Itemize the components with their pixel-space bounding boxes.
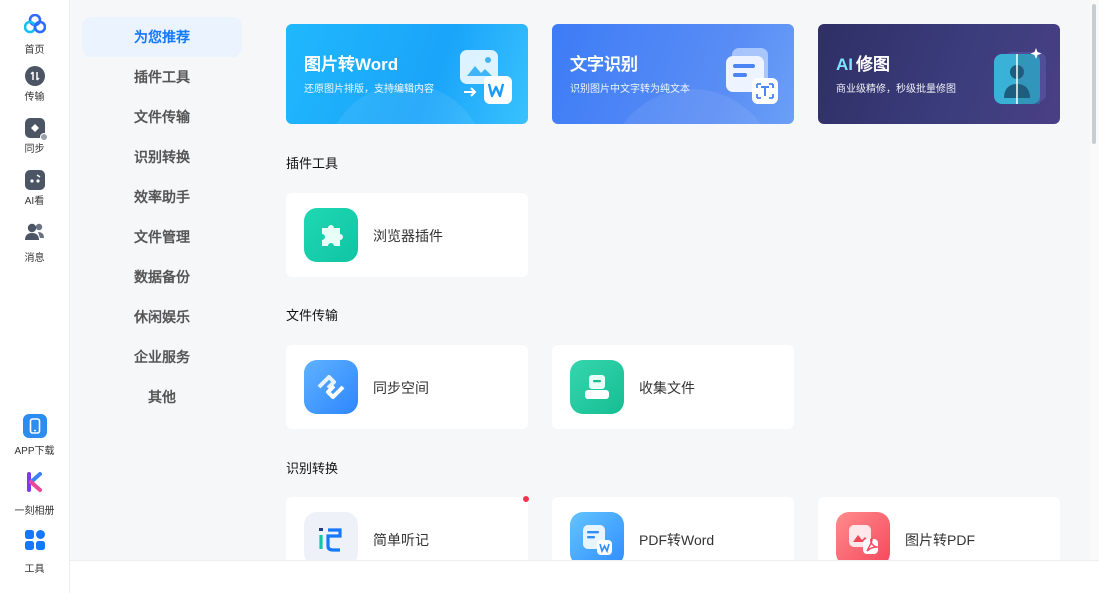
tool-card-label: 收集文件 <box>639 380 695 396</box>
phone-icon <box>22 414 47 438</box>
section-title-convert: 识别转换 <box>286 461 339 476</box>
scrollbar-thumb[interactable] <box>1092 4 1096 144</box>
category-plugins[interactable]: 插件工具 <box>82 57 242 97</box>
rail-sync[interactable]: 同步 <box>0 118 69 155</box>
banner-title: 图片转Word <box>304 55 399 74</box>
tool-card-collect-files[interactable]: 收集文件 <box>552 345 794 429</box>
category-other[interactable]: 其他 <box>82 377 242 417</box>
section-title-plugins: 插件工具 <box>286 156 339 171</box>
puzzle-icon <box>304 208 358 262</box>
category-file-transfer[interactable]: 文件传输 <box>82 97 242 137</box>
category-backup[interactable]: 数据备份 <box>82 257 242 297</box>
text-recognition-icon <box>724 46 780 106</box>
banner-subtitle: 还原图片排版，支持编辑内容 <box>304 84 434 95</box>
notes-icon <box>304 512 358 560</box>
banner-title: 文字识别 <box>570 55 638 74</box>
tool-card-label: 浏览器插件 <box>373 228 443 244</box>
tools-grid-icon <box>24 529 46 556</box>
rail-album[interactable]: 一刻相册 <box>0 471 69 517</box>
portrait-retouch-icon <box>990 46 1046 106</box>
transfer-icon <box>24 66 45 86</box>
left-nav-rail: 首页 传输 同步 AI看 消息 APP下载 一刻相册 工具 <box>0 0 70 593</box>
category-recommended[interactable]: 为您推荐 <box>82 17 242 57</box>
tool-card-browser-plugin[interactable]: 浏览器插件 <box>286 193 528 277</box>
sync-space-icon <box>304 360 358 414</box>
rail-ai-view-label: AI看 <box>24 196 45 207</box>
main-scrollbar[interactable] <box>1090 0 1099 560</box>
collect-files-icon <box>570 360 624 414</box>
tool-card-label: 简单听记 <box>373 532 429 548</box>
pdf-to-word-icon <box>570 512 624 560</box>
tool-card-label: 同步空间 <box>373 380 429 396</box>
tool-card-label: PDF转Word <box>639 532 715 548</box>
rail-message[interactable]: 消息 <box>0 222 69 264</box>
message-icon <box>24 222 46 247</box>
main-content: 图片转Word 还原图片排版，支持编辑内容 文字识别 识别图片中文字转为纯文本 … <box>255 0 1090 560</box>
banner-text-recognition[interactable]: 文字识别 识别图片中文字转为纯文本 <box>552 24 794 124</box>
category-recognition[interactable]: 识别转换 <box>82 137 242 177</box>
banner-subtitle: 商业级精修，秒级批量修图 <box>836 84 956 95</box>
rail-transfer-label: 传输 <box>24 92 45 103</box>
sync-icon <box>24 118 48 141</box>
image-to-pdf-icon <box>836 512 890 560</box>
bottom-bar <box>70 560 1099 593</box>
category-efficiency[interactable]: 效率助手 <box>82 177 242 217</box>
section-title-transfer: 文件传输 <box>286 308 339 323</box>
banner-ai-retouch[interactable]: AI 修图 商业级精修，秒级批量修图 <box>818 24 1060 124</box>
cloud-logo-icon <box>23 13 46 39</box>
rail-home[interactable]: 首页 <box>0 13 69 56</box>
banner-title: AI 修图 <box>836 55 890 74</box>
ai-view-icon <box>24 170 45 190</box>
rail-tools-label: 工具 <box>24 564 45 575</box>
album-icon <box>24 471 46 498</box>
ai-logo-text: AI <box>836 55 853 74</box>
rail-sync-label: 同步 <box>24 144 45 155</box>
new-badge-dot <box>523 496 529 502</box>
tool-card-pdf-to-word[interactable]: PDF转Word <box>552 497 794 560</box>
rail-home-label: 首页 <box>24 45 45 56</box>
category-entertainment[interactable]: 休闲娱乐 <box>82 297 242 337</box>
rail-album-label: 一刻相册 <box>14 506 55 517</box>
banner-image-to-word[interactable]: 图片转Word 还原图片排版，支持编辑内容 <box>286 24 528 124</box>
rail-app-download-label: APP下载 <box>14 446 55 457</box>
tool-card-image-to-pdf[interactable]: 图片转PDF <box>818 497 1060 560</box>
rail-message-label: 消息 <box>24 253 45 264</box>
banner-subtitle: 识别图片中文字转为纯文本 <box>570 84 690 95</box>
rail-ai-view[interactable]: AI看 <box>0 170 69 207</box>
rail-app-download[interactable]: APP下载 <box>0 414 69 457</box>
tool-card-sync-space[interactable]: 同步空间 <box>286 345 528 429</box>
category-enterprise[interactable]: 企业服务 <box>82 337 242 377</box>
tool-card-simple-notes[interactable]: 简单听记 <box>286 497 528 560</box>
rail-transfer[interactable]: 传输 <box>0 66 69 103</box>
rail-tools[interactable]: 工具 <box>0 529 69 575</box>
image-to-word-icon <box>458 46 514 106</box>
tool-card-label: 图片转PDF <box>905 532 975 548</box>
category-file-management[interactable]: 文件管理 <box>82 217 242 257</box>
category-list: 为您推荐 插件工具 文件传输 识别转换 效率助手 文件管理 数据备份 休闲娱乐 … <box>70 0 255 560</box>
